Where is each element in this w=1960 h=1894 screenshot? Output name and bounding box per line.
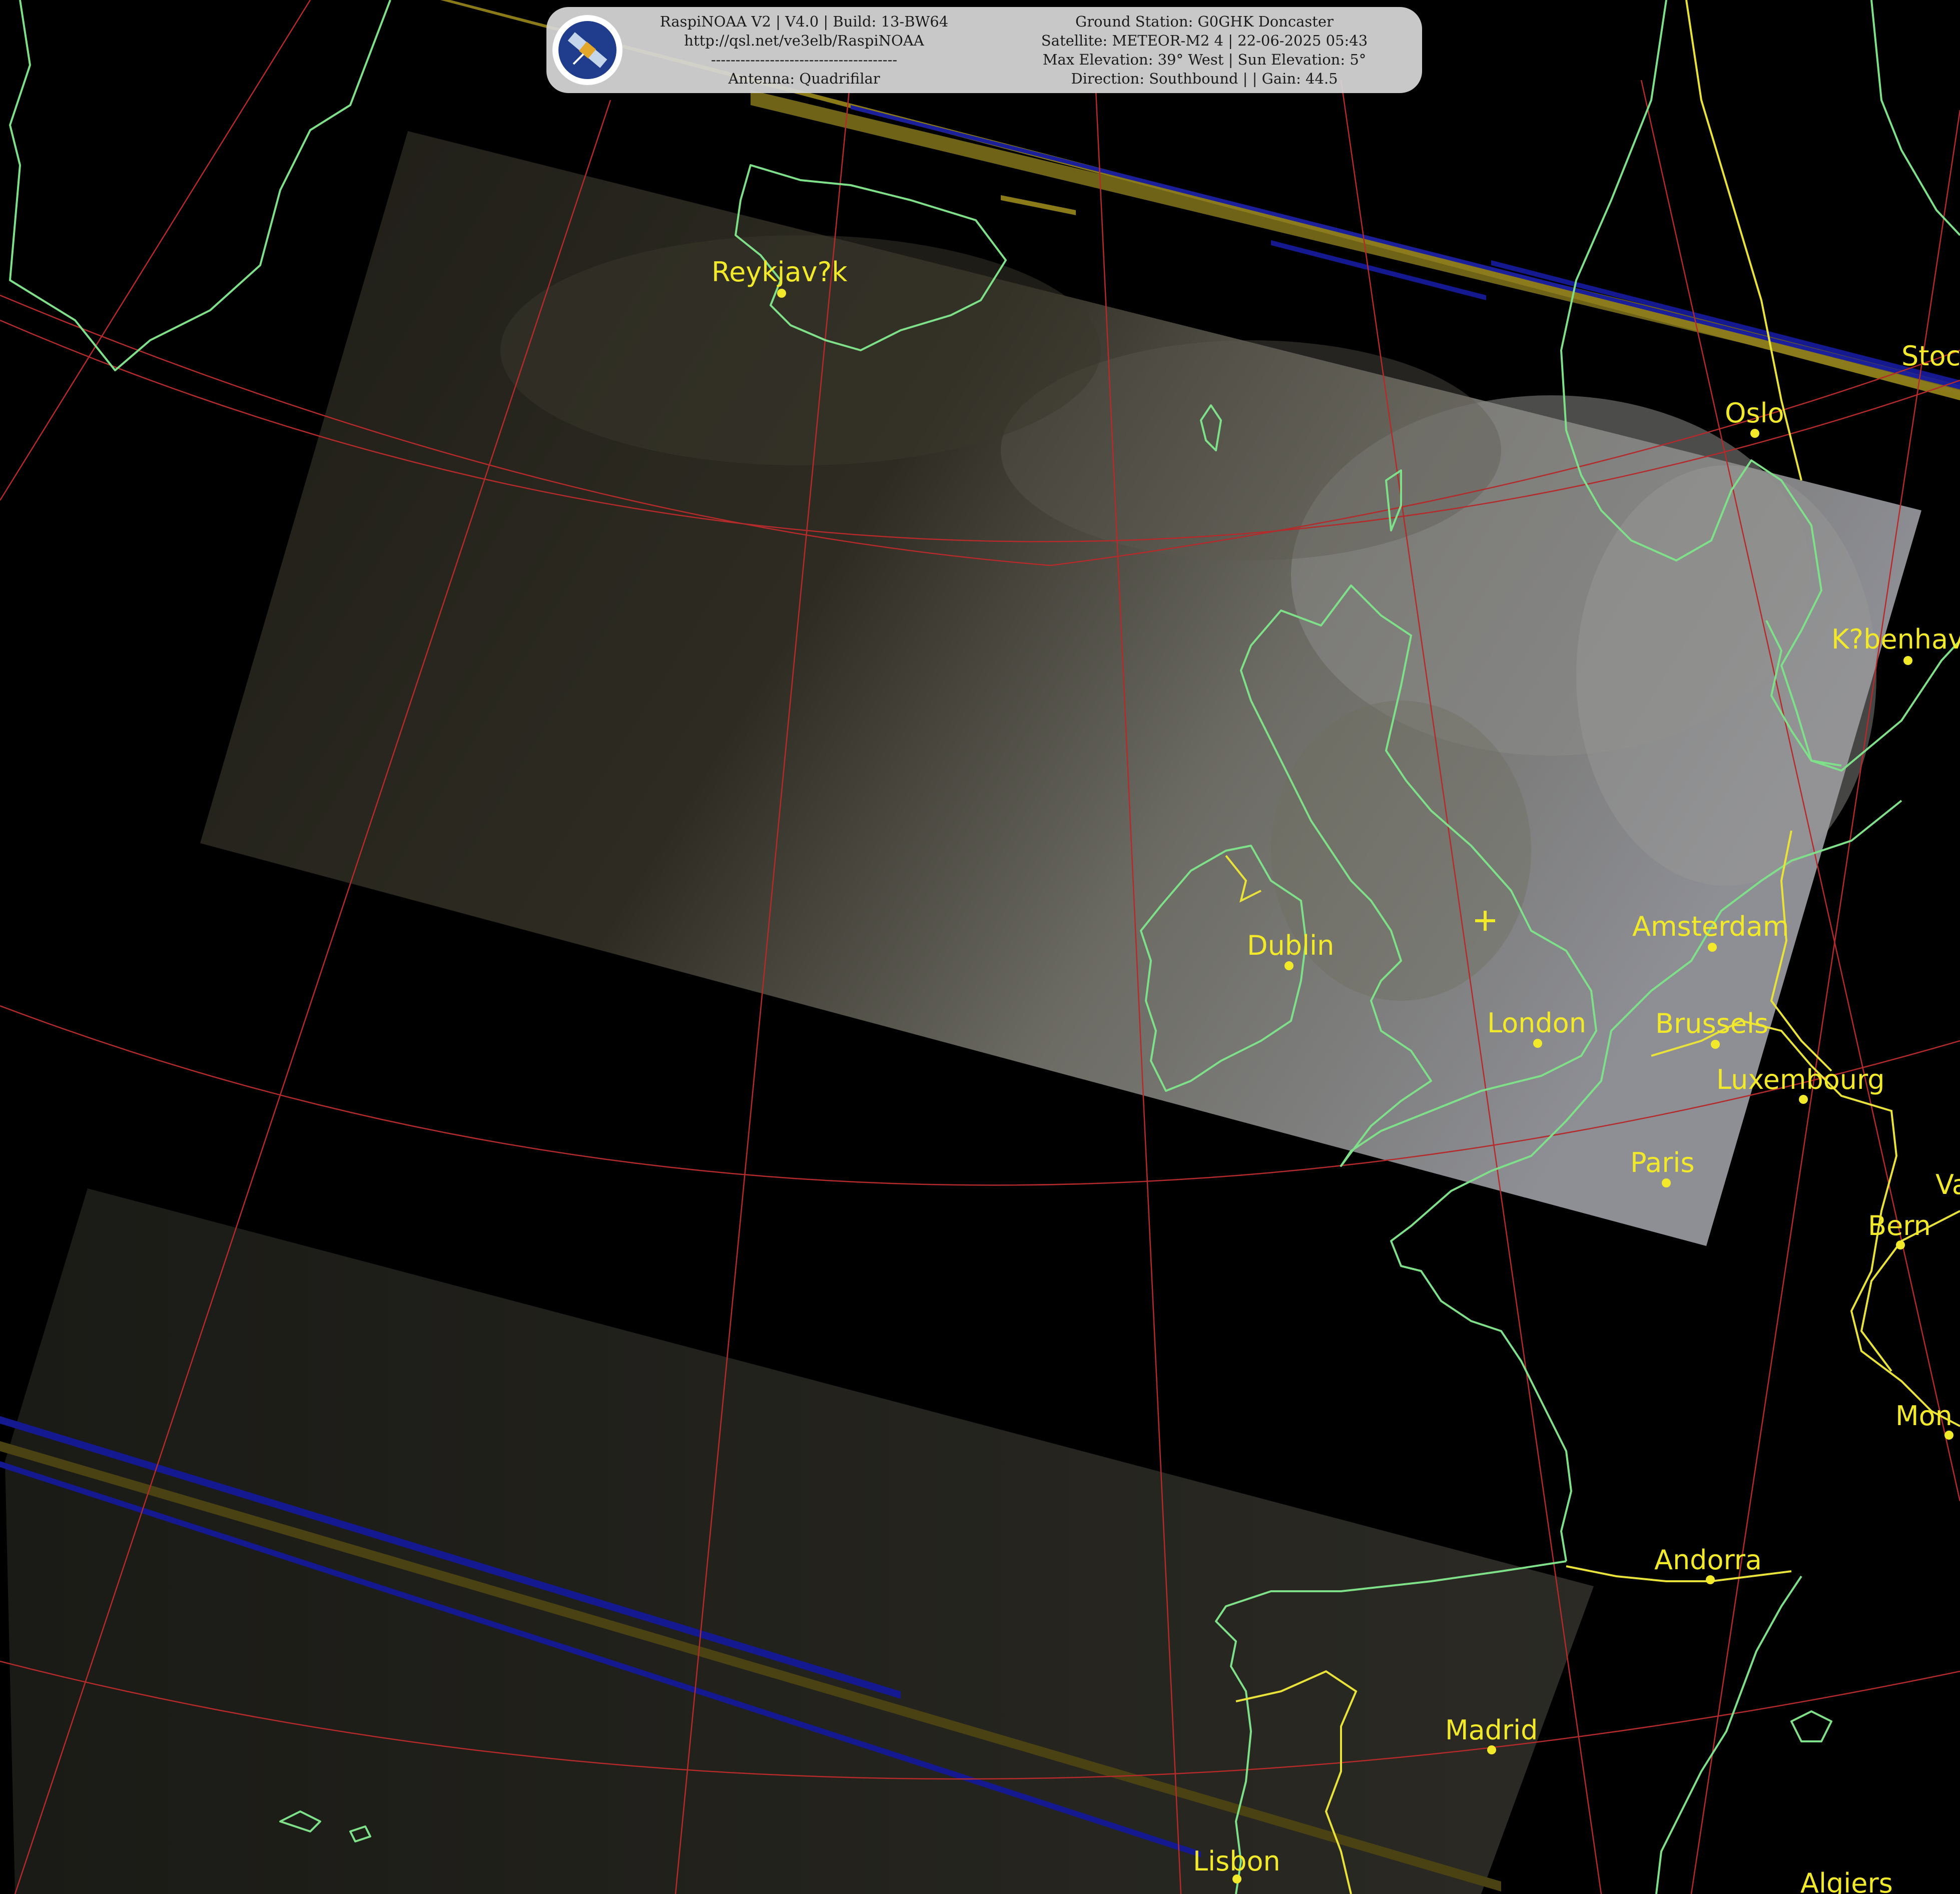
city-andorra: Andorra <box>1654 1544 1762 1584</box>
direction-gain: Direction: Southbound | | Gain: 44.5 <box>1071 70 1338 87</box>
elevation-info: Max Elevation: 39° West | Sun Elevation:… <box>1042 51 1367 68</box>
svg-text:Reykjav?k: Reykjav?k <box>712 256 848 288</box>
city-monaco: Mon <box>1895 1400 1953 1440</box>
svg-text:Amsterdam: Amsterdam <box>1632 911 1789 942</box>
svg-text:Luxembourg: Luxembourg <box>1716 1064 1885 1095</box>
svg-text:Oslo: Oslo <box>1725 397 1784 429</box>
pass-info-banner: RaspiNOAA V2 | V4.0 | Build: 13-BW64 htt… <box>546 7 1422 93</box>
city-bern: Bern <box>1868 1210 1931 1249</box>
svg-text:Mon: Mon <box>1895 1400 1952 1432</box>
svg-text:Lisbon: Lisbon <box>1193 1845 1280 1877</box>
svg-text:K?benhav: K?benhav <box>1831 623 1960 655</box>
svg-text:Stoc: Stoc <box>1901 340 1960 372</box>
city-oslo: Oslo <box>1725 397 1784 438</box>
svg-text:Va: Va <box>1935 1169 1960 1200</box>
svg-text:London: London <box>1487 1007 1586 1039</box>
imagery-swath-north <box>200 131 1921 1246</box>
satellite-pass: Satellite: METEOR-M2 4 | 22-06-2025 05:4… <box>1041 32 1368 49</box>
project-url: http://qsl.net/ve3elb/RaspiNOAA <box>684 32 924 49</box>
ground-station: Ground Station: G0GHK Doncaster <box>1075 13 1334 30</box>
city-vaduz: Va <box>1935 1169 1960 1200</box>
city-stockholm: Stoc <box>1901 340 1960 372</box>
software-version: RaspiNOAA V2 | V4.0 | Build: 13-BW64 <box>660 13 949 30</box>
banner-divider: -------------------------------------- <box>711 51 898 68</box>
svg-text:Andorra: Andorra <box>1654 1544 1762 1576</box>
satellite-map: Reykjav?k Oslo Stoc K?benhav Dublin Amst… <box>0 0 1960 1894</box>
antenna-type: Antenna: Quadrifilar <box>728 70 880 87</box>
svg-text:Madrid: Madrid <box>1445 1714 1538 1746</box>
city-algiers: Algiers <box>1800 1867 1893 1894</box>
svg-text:Brussels: Brussels <box>1655 1008 1768 1039</box>
svg-text:Dublin: Dublin <box>1247 930 1334 961</box>
svg-text:Bern: Bern <box>1868 1210 1931 1241</box>
svg-text:Paris: Paris <box>1630 1147 1695 1178</box>
svg-text:Algiers: Algiers <box>1800 1867 1893 1894</box>
